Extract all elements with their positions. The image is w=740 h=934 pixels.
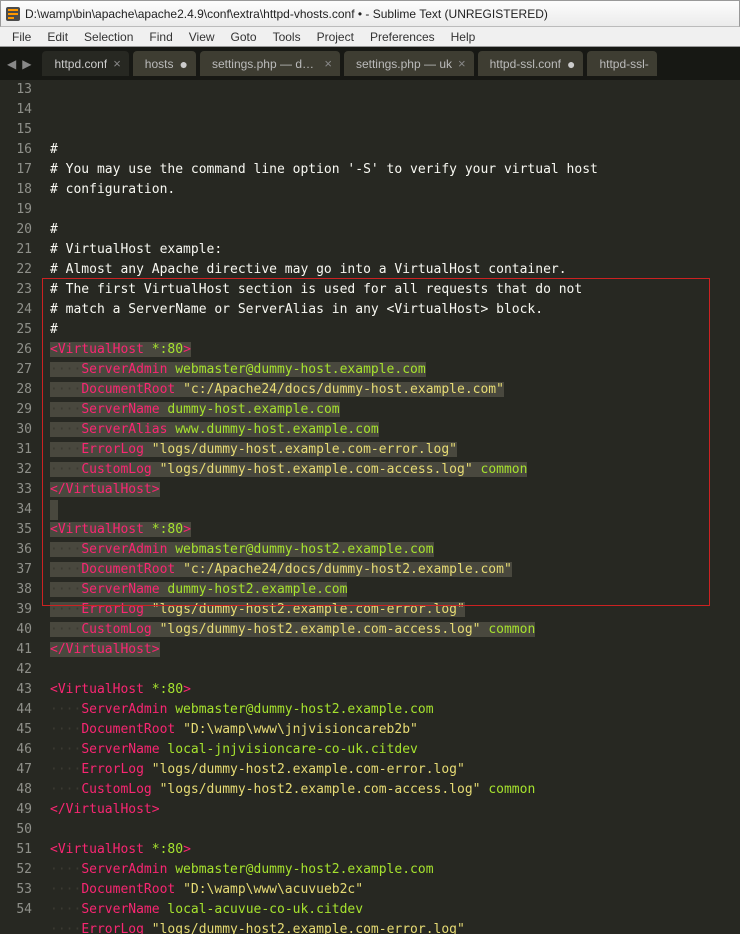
menu-tools[interactable]: Tools [265,28,309,46]
tab-label: settings.php — default [212,57,318,71]
code-line-47[interactable] [50,820,736,840]
menu-bar: FileEditSelectionFindViewGotoToolsProjec… [0,27,740,47]
dirty-icon: ● [567,61,575,67]
code-line-45[interactable]: ····CustomLog "logs/dummy-host2.example.… [50,780,736,800]
code-line-22[interactable]: # [50,320,736,340]
code-line-32[interactable]: <VirtualHost *:80> [50,520,736,540]
tab-httpd-ssl-[interactable]: httpd-ssl- [587,51,656,76]
tab-prev-icon[interactable]: ◀ [4,57,19,71]
tab-label: httpd-ssl.conf [490,57,561,71]
code-line-37[interactable]: ····CustomLog "logs/dummy-host2.example.… [50,620,736,640]
tab-label: hosts [145,57,174,71]
menu-project[interactable]: Project [309,28,362,46]
code-line-19[interactable]: # Almost any Apache directive may go int… [50,260,736,280]
menu-preferences[interactable]: Preferences [362,28,443,46]
tab-next-icon[interactable]: ▶ [19,57,34,71]
close-icon[interactable]: × [458,56,466,71]
close-icon[interactable]: × [324,56,332,71]
code-line-33[interactable]: ····ServerAdmin webmaster@dummy-host2.ex… [50,540,736,560]
tab-settings-php-default[interactable]: settings.php — default × [200,51,340,76]
menu-file[interactable]: File [4,28,39,46]
menu-find[interactable]: Find [141,28,180,46]
code-line-40[interactable]: <VirtualHost *:80> [50,680,736,700]
code-line-46[interactable]: </VirtualHost> [50,800,736,820]
code-line-15[interactable]: # configuration. [50,180,736,200]
code-line-31[interactable] [50,500,58,520]
code-line-25[interactable]: ····DocumentRoot "c:/Apache24/docs/dummy… [50,380,736,400]
code-line-18[interactable]: # VirtualHost example: [50,240,736,260]
code-line-52[interactable]: ····ErrorLog "logs/dummy-host2.example.c… [50,920,736,934]
code-line-38[interactable]: </VirtualHost> [50,640,736,660]
menu-help[interactable]: Help [443,28,484,46]
tab-bar: ◀ ▶ httpd.conf × hosts ● settings.php — defa… [0,47,740,80]
code-line-50[interactable]: ····DocumentRoot "D:\wamp\www\acuvueb2c" [50,880,736,900]
code-line-16[interactable] [50,200,736,220]
code-line-21[interactable]: # match a ServerName or ServerAlias in a… [50,300,736,320]
code-line-34[interactable]: ····DocumentRoot "c:/Apache24/docs/dummy… [50,560,736,580]
code-line-30[interactable]: </VirtualHost> [50,480,736,500]
code-line-27[interactable]: ····ServerAlias www.dummy-host.example.c… [50,420,736,440]
code-line-24[interactable]: ····ServerAdmin webmaster@dummy-host.exa… [50,360,736,380]
code-line-13[interactable]: # [50,140,736,160]
code-line-26[interactable]: ····ServerName dummy-host.example.com [50,400,736,420]
tab-nav-arrows: ◀ ▶ [4,57,34,71]
menu-view[interactable]: View [181,28,223,46]
code-line-29[interactable]: ····CustomLog "logs/dummy-host.example.c… [50,460,736,480]
tab-settings-php-uk[interactable]: settings.php — uk × [344,51,474,76]
tab-httpd-ssl-conf[interactable]: httpd-ssl.conf ● [478,51,584,76]
code-line-41[interactable]: ····ServerAdmin webmaster@dummy-host2.ex… [50,700,736,720]
menu-edit[interactable]: Edit [39,28,76,46]
tab-label: httpd-ssl- [599,57,648,71]
close-icon[interactable]: × [113,56,121,71]
code-line-49[interactable]: ····ServerAdmin webmaster@dummy-host2.ex… [50,860,736,880]
code-line-51[interactable]: ····ServerName local-acuvue-co-uk.citdev [50,900,736,920]
code-line-39[interactable] [50,660,736,680]
code-line-44[interactable]: ····ErrorLog "logs/dummy-host2.example.c… [50,760,736,780]
code-line-14[interactable]: # You may use the command line option '-… [50,160,736,180]
code-line-28[interactable]: ····ErrorLog "logs/dummy-host.example.co… [50,440,736,460]
editor[interactable]: 1314151617181920212223242526272829303132… [0,80,740,934]
title-bar: D:\wamp\bin\apache\apache2.4.9\conf\extr… [0,0,740,27]
code-line-42[interactable]: ····DocumentRoot "D:\wamp\www\jnjvisionc… [50,720,736,740]
menu-goto[interactable]: Goto [223,28,265,46]
tab-label: settings.php — uk [356,57,452,71]
app-icon [5,6,21,22]
line-gutter: 1314151617181920212223242526272829303132… [0,80,46,934]
tab-httpd-conf[interactable]: httpd.conf × [42,51,128,76]
tab-label: httpd.conf [54,57,107,71]
menu-selection[interactable]: Selection [76,28,141,46]
code-line-48[interactable]: <VirtualHost *:80> [50,840,736,860]
code-line-23[interactable]: <VirtualHost *:80> [50,340,736,360]
code-area[interactable]: ## You may use the command line option '… [46,80,740,934]
code-line-43[interactable]: ····ServerName local-jnjvisioncare-co-uk… [50,740,736,760]
tab-hosts[interactable]: hosts ● [133,51,196,76]
window-title: D:\wamp\bin\apache\apache2.4.9\conf\extr… [25,7,739,21]
code-line-35[interactable]: ····ServerName dummy-host2.example.com [50,580,736,600]
dirty-icon: ● [179,61,187,67]
code-line-36[interactable]: ····ErrorLog "logs/dummy-host2.example.c… [50,600,736,620]
code-line-20[interactable]: # The first VirtualHost section is used … [50,280,736,300]
code-line-17[interactable]: # [50,220,736,240]
